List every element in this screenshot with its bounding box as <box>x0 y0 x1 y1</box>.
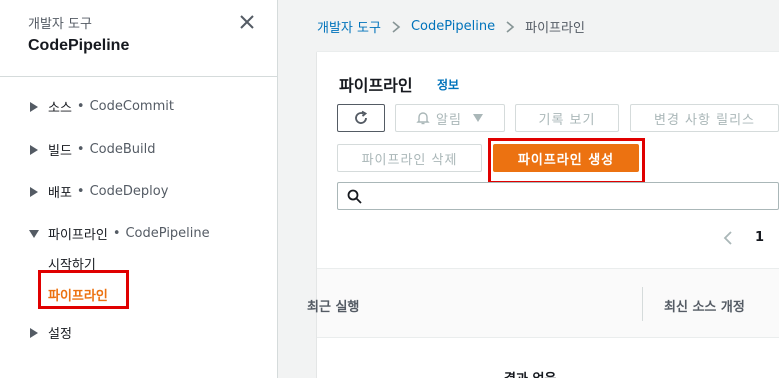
caret-right-icon <box>30 327 38 338</box>
refresh-icon <box>355 110 368 124</box>
sidebar-item-sub: CodeBuild <box>89 142 156 157</box>
bell-icon <box>416 112 430 125</box>
caret-right-icon <box>30 186 38 197</box>
view-history-button[interactable]: 기록 보기 <box>515 104 619 132</box>
column-header-latest-source-revision[interactable]: 최신 소스 개정 <box>664 296 745 315</box>
sidebar-item-sub: CodeCommit <box>89 99 174 114</box>
dropdown-caret-icon <box>472 114 483 122</box>
alarm-button[interactable]: 알림 <box>395 104 505 132</box>
sidebar-item-bullet: • <box>112 226 121 241</box>
sidebar-item-settings[interactable]: 설정 <box>28 323 72 342</box>
delete-pipeline-button[interactable]: 파이프라인 삭제 <box>337 144 482 172</box>
main-content: 개발자 도구 CodePipeline 파이프라인 파이프라인 정보 알림 기록… <box>279 0 779 378</box>
breadcrumb: 개발자 도구 CodePipeline 파이프라인 <box>317 17 585 36</box>
sidebar-item-label: 설정 <box>48 327 72 342</box>
breadcrumb-codepipeline[interactable]: CodePipeline <box>411 19 495 34</box>
sidebar-item-label: 배포 <box>48 186 72 201</box>
sidebar-item-bullet: • <box>76 99 85 114</box>
breadcrumb-pipelines: 파이프라인 <box>525 21 585 36</box>
sidebar-item-sub: CodePipeline <box>125 226 210 241</box>
sidebar: 개발자 도구 CodePipeline 소스 • CodeCommit 빌드 •… <box>0 0 278 378</box>
sidebar-item-label: 소스 <box>48 101 72 116</box>
refresh-button[interactable] <box>337 104 385 132</box>
sidebar-item-pipeline[interactable]: 파이프라인 • CodePipeline <box>28 224 210 243</box>
caret-right-icon <box>30 144 38 155</box>
codepipeline-console: 개발자 도구 CodePipeline 소스 • CodeCommit 빌드 •… <box>0 0 779 378</box>
sidebar-section-label: 개발자 도구 <box>28 17 92 32</box>
sidebar-item-sub: CodeDeploy <box>89 184 169 199</box>
sidebar-item-build[interactable]: 빌드 • CodeBuild <box>28 140 156 159</box>
pager-prev-icon[interactable] <box>722 230 734 246</box>
page-title: 파이프라인 <box>339 76 413 95</box>
close-icon[interactable] <box>238 13 256 31</box>
sidebar-item-label: 빌드 <box>48 144 72 159</box>
breadcrumb-developer-tools[interactable]: 개발자 도구 <box>317 17 381 36</box>
alarm-button-label: 알림 <box>436 112 462 128</box>
search-input[interactable] <box>337 182 779 210</box>
pipelines-panel: 파이프라인 정보 알림 기록 보기 변경 사항 릴리스 파이프라인 삭제 파이프… <box>307 51 779 378</box>
highlight-box-sidebar <box>38 270 129 309</box>
page-number[interactable]: 1 <box>755 230 764 245</box>
empty-state-message: 결과 없음 <box>504 368 556 378</box>
chevron-right-icon <box>506 20 515 33</box>
sidebar-item-label: 파이프라인 <box>48 228 108 243</box>
sidebar-service-title[interactable]: CodePipeline <box>28 37 129 55</box>
column-header-latest-execution[interactable]: 최근 실행 <box>307 296 359 315</box>
sidebar-item-bullet: • <box>76 184 85 199</box>
sidebar-divider <box>0 76 278 77</box>
sidebar-item-bullet: • <box>76 142 85 157</box>
table-header: 최근 실행 최신 소스 개정 <box>307 268 779 338</box>
highlight-box-create <box>488 138 645 184</box>
search-icon <box>347 189 362 204</box>
caret-down-icon <box>29 229 39 238</box>
chevron-right-icon <box>392 20 401 33</box>
caret-right-icon <box>30 101 38 112</box>
release-change-button[interactable]: 변경 사항 릴리스 <box>630 104 779 132</box>
column-divider <box>642 287 643 321</box>
sidebar-item-source[interactable]: 소스 • CodeCommit <box>28 97 174 116</box>
sidebar-item-deploy[interactable]: 배포 • CodeDeploy <box>28 182 168 201</box>
info-link[interactable]: 정보 <box>437 76 459 93</box>
